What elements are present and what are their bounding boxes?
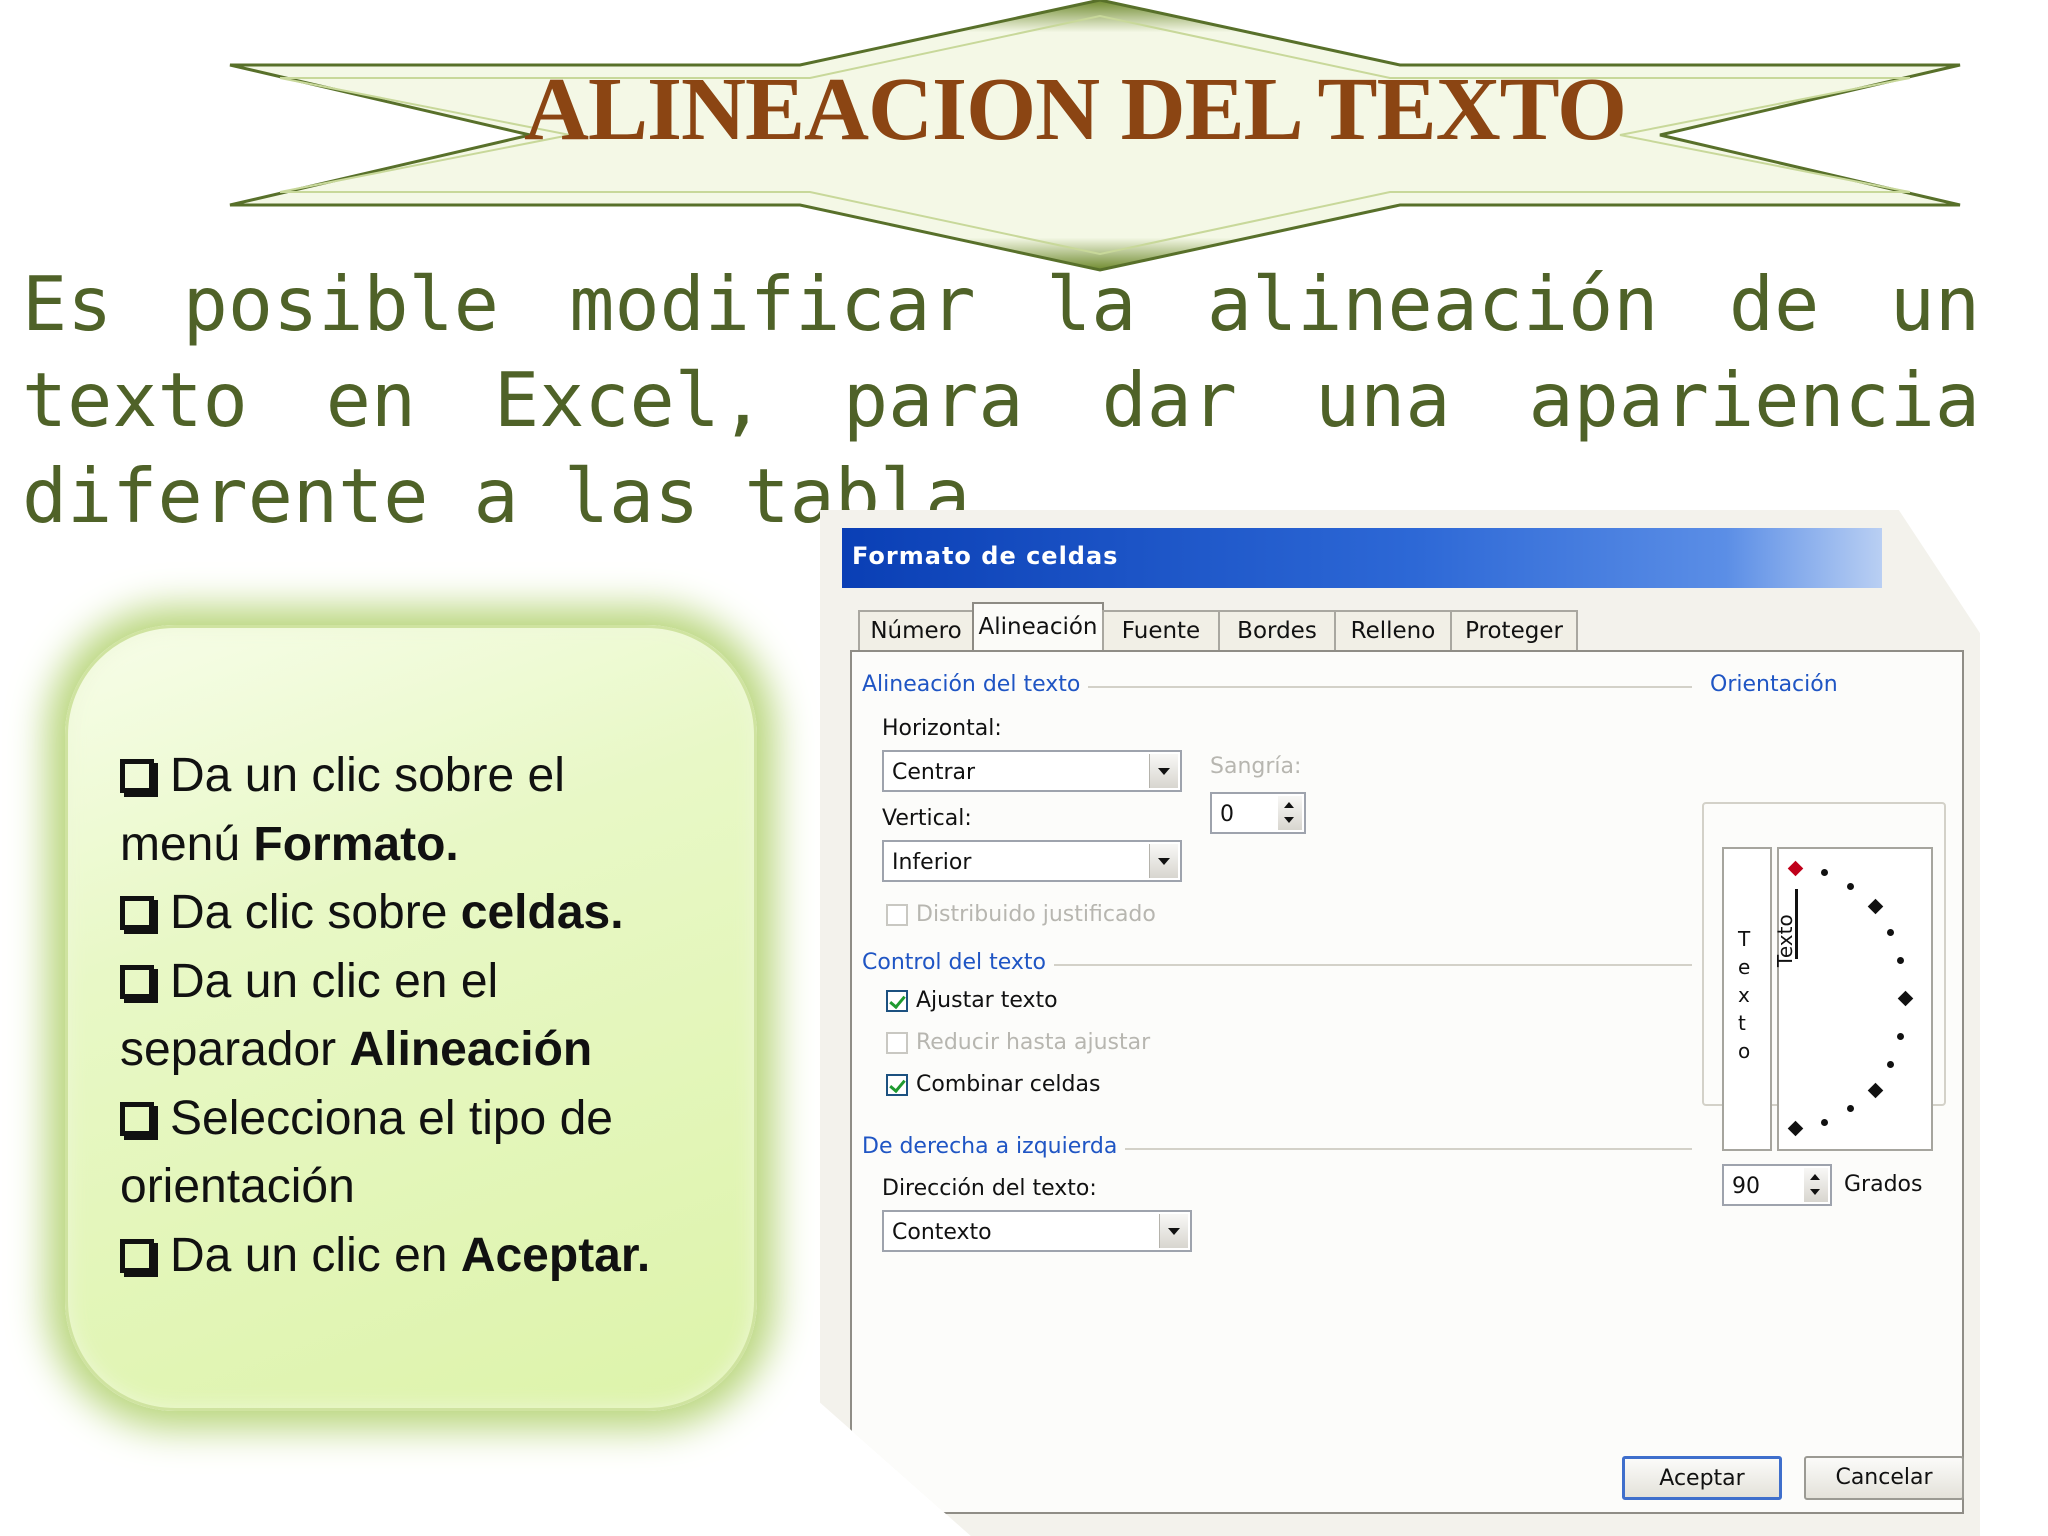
direction-value: Contexto	[892, 1220, 992, 1245]
step-line: separador Alineación	[120, 1016, 760, 1085]
dialog-titlebar: Formato de celdas	[842, 528, 1882, 588]
step-line: Da un clic sobre el	[120, 742, 760, 811]
orientation-dial[interactable]: Texto	[1773, 847, 1933, 1151]
step-keyword: Alineación	[349, 1023, 593, 1076]
merge-cells-checkbox[interactable]	[886, 1074, 908, 1096]
rtl-group-label: De derecha a izquierda	[862, 1134, 1126, 1159]
step-keyword: Aceptar.	[460, 1228, 651, 1282]
tab-fuente[interactable]: Fuente	[1102, 610, 1220, 652]
step-line: Da clic sobre celdas.	[120, 879, 760, 948]
step-text: Selecciona el tipo de	[170, 1091, 613, 1145]
orientation-group-label: Orientación	[1710, 672, 1846, 697]
dial-marker	[1867, 898, 1884, 915]
step-line: menú Formato.	[120, 811, 760, 880]
vertical-text-char: e	[1738, 955, 1751, 979]
dial-dot	[1847, 1105, 1854, 1112]
step-text: Da un clic sobre el	[170, 749, 565, 802]
step-text: orientación	[120, 1160, 355, 1213]
step-keyword: Formato.	[253, 817, 459, 871]
dial-marker	[1787, 1120, 1804, 1137]
dial-dot	[1821, 1119, 1828, 1126]
vertical-text-button[interactable]: T e x t o	[1722, 847, 1772, 1151]
dial-marker-90	[1787, 860, 1804, 877]
indent-label: Sangría:	[1210, 754, 1302, 779]
alignment-group-label: Alineación del texto	[862, 672, 1089, 697]
horizontal-value: Centrar	[892, 760, 976, 785]
spinner-arrows-icon[interactable]	[1804, 1168, 1828, 1202]
indent-spinner[interactable]: 0	[1210, 792, 1306, 834]
slide-title: ALINEACION DEL TEXTO	[523, 60, 1627, 159]
alignment-tab-pane: Alineación del texto Horizontal: Centrar…	[850, 650, 1964, 1514]
dial-marker	[1867, 1082, 1884, 1099]
dialog-title: Formato de celdas	[852, 542, 1119, 570]
checkbox-bullet-icon	[120, 1101, 154, 1136]
vertical-text-char: o	[1738, 1039, 1751, 1063]
horizontal-label: Horizontal:	[882, 716, 1002, 741]
checkbox-bullet-icon	[120, 759, 154, 793]
distributed-checkbox[interactable]	[886, 904, 908, 926]
shrink-label: Reducir hasta ajustar	[916, 1030, 1151, 1055]
wrap-text-label: Ajustar texto	[916, 988, 1058, 1013]
step-text: menú	[120, 817, 254, 871]
step-line: orientación	[120, 1153, 760, 1222]
step-text: Da un clic en	[170, 1228, 461, 1282]
horizontal-select[interactable]: Centrar	[882, 750, 1182, 792]
step-keyword: celdas.	[460, 886, 624, 939]
checkbox-bullet-icon	[120, 1238, 154, 1273]
chevron-down-icon[interactable]	[1149, 844, 1178, 878]
dial-dot	[1887, 1061, 1894, 1068]
tab-bordes[interactable]: Bordes	[1218, 610, 1336, 652]
step-line: Selecciona el tipo de	[120, 1085, 760, 1154]
vertical-label: Vertical:	[882, 806, 972, 831]
indent-value: 0	[1220, 802, 1234, 827]
dial-dot	[1821, 869, 1828, 876]
degrees-value: 90	[1732, 1174, 1760, 1199]
direction-label: Dirección del texto:	[882, 1176, 1097, 1201]
chevron-down-icon[interactable]	[1149, 754, 1178, 788]
vertical-value: Inferior	[892, 850, 972, 875]
vertical-text-char: T	[1738, 927, 1751, 951]
tab-relleno[interactable]: Relleno	[1334, 610, 1452, 652]
checkbox-bullet-icon	[120, 896, 154, 930]
intro-line-2: texto en Excel, para dar una apariencia	[22, 356, 1980, 444]
tab-numero[interactable]: Número	[858, 610, 974, 652]
vertical-select[interactable]: Inferior	[882, 840, 1182, 882]
step-text: Da un clic en el	[170, 954, 499, 1008]
wrap-text-checkbox[interactable]	[886, 990, 908, 1012]
dial-dot	[1897, 957, 1904, 964]
direction-select[interactable]: Contexto	[882, 1210, 1192, 1252]
step-line: Da un clic en Aceptar.	[120, 1222, 760, 1291]
shrink-checkbox[interactable]	[886, 1032, 908, 1054]
text-control-group-label: Control del texto	[862, 950, 1055, 975]
instructions-list: Da un clic sobre el menú Formato. Da cli…	[120, 742, 760, 1290]
tab-proteger[interactable]: Proteger	[1450, 610, 1578, 652]
degrees-spinner[interactable]: 90	[1722, 1164, 1832, 1206]
step-line: Da un clic en el	[120, 948, 760, 1017]
distributed-label: Distribuido justificado	[916, 902, 1156, 927]
tab-alineacion[interactable]: Alineación	[972, 602, 1104, 652]
vertical-text-char: x	[1738, 983, 1750, 1007]
step-text: separador	[120, 1023, 350, 1076]
dial-dot	[1847, 883, 1854, 890]
accept-button[interactable]: Aceptar	[1622, 1456, 1782, 1500]
chevron-down-icon[interactable]	[1159, 1214, 1188, 1248]
checkbox-bullet-icon	[120, 964, 154, 999]
step-text: Da clic sobre	[170, 886, 461, 939]
dial-dot	[1887, 929, 1894, 936]
cancel-button[interactable]: Cancelar	[1804, 1456, 1964, 1500]
merge-cells-label: Combinar celdas	[916, 1072, 1101, 1097]
intro-line-1: Es posible modificar la alineación de un	[22, 260, 1980, 348]
dial-dot	[1897, 1033, 1904, 1040]
degrees-label: Grados	[1844, 1172, 1923, 1197]
dial-marker	[1897, 990, 1914, 1007]
format-cells-dialog: Formato de celdas Número Alineación Fuen…	[820, 510, 1980, 1536]
dial-text: Texto	[1773, 914, 1797, 967]
spinner-arrows-icon[interactable]	[1278, 796, 1302, 830]
vertical-text-char: t	[1738, 1011, 1746, 1035]
